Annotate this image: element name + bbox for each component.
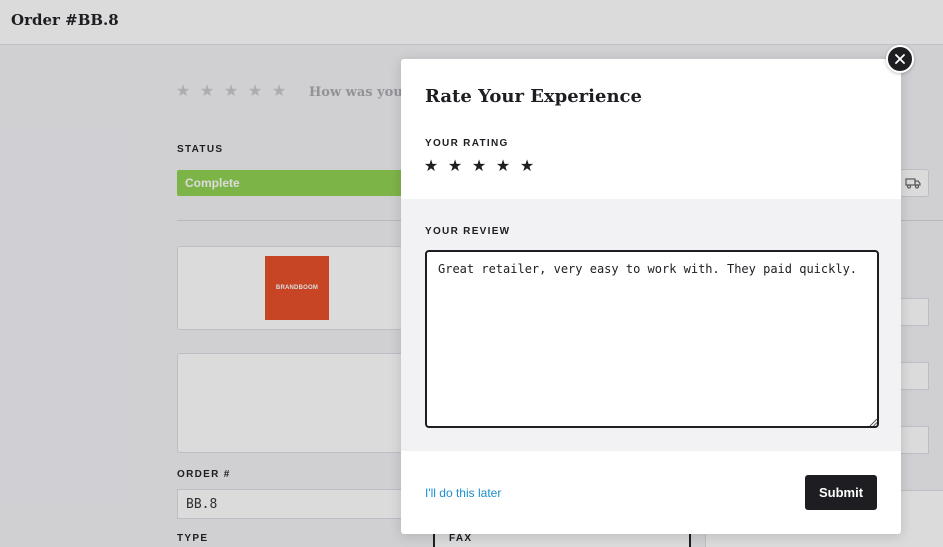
- star-icon[interactable]: ★: [495, 159, 511, 175]
- rating-label: YOUR RATING: [425, 138, 509, 149]
- do-later-link[interactable]: I'll do this later: [425, 486, 501, 500]
- close-icon: [895, 54, 905, 64]
- star-icon[interactable]: ★: [423, 159, 439, 175]
- rating-modal: Rate Your Experience YOUR RATING ★ ★ ★ ★…: [401, 59, 901, 534]
- modal-title: Rate Your Experience: [425, 86, 642, 107]
- resize-grip-icon[interactable]: [869, 418, 877, 426]
- star-icon[interactable]: ★: [471, 159, 487, 175]
- star-icon[interactable]: ★: [519, 159, 535, 175]
- rating-stars[interactable]: ★ ★ ★ ★ ★: [423, 159, 535, 175]
- review-textarea[interactable]: Great retailer, very easy to work with. …: [425, 250, 879, 428]
- review-label: YOUR REVIEW: [425, 226, 511, 237]
- star-icon[interactable]: ★: [447, 159, 463, 175]
- submit-button[interactable]: Submit: [805, 475, 877, 510]
- close-button[interactable]: [886, 45, 914, 73]
- review-section: YOUR REVIEW Great retailer, very easy to…: [401, 199, 901, 451]
